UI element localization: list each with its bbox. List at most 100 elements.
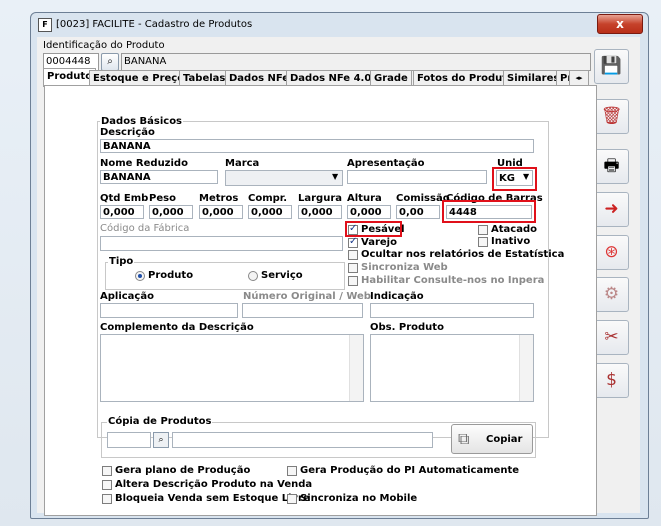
- ocultar-checkbox[interactable]: [348, 250, 358, 260]
- compr-label: Compr.: [248, 193, 288, 204]
- tab-grade[interactable]: Grade: [370, 70, 412, 86]
- print-button[interactable]: 🖶: [594, 149, 629, 184]
- obs-scrollbar[interactable]: [519, 335, 533, 401]
- copia-code-input[interactable]: [107, 432, 151, 448]
- nome-reduzido-label: Nome Reduzido: [100, 158, 188, 169]
- tab-dados-nfe[interactable]: Dados NFe: [225, 70, 294, 86]
- descricao-input[interactable]: BANANA: [100, 139, 534, 153]
- qtd-emb-input[interactable]: 0,000: [100, 205, 144, 219]
- peso-input[interactable]: 0,000: [149, 205, 193, 219]
- compr-input[interactable]: 0,000: [248, 205, 292, 219]
- largura-input[interactable]: 0,000: [298, 205, 342, 219]
- altera-descricao-label: Altera Descrição Produto na Venda: [115, 479, 313, 490]
- comissao-input[interactable]: 0,00: [396, 205, 440, 219]
- gera-plano-label: Gera plano de Produção: [115, 465, 251, 476]
- indicacao-input[interactable]: [370, 303, 534, 318]
- price-button[interactable]: $: [594, 363, 629, 398]
- metros-label: Metros: [199, 193, 239, 204]
- indicacao-label: Indicação: [370, 291, 424, 302]
- nome-reduzido-input[interactable]: BANANA: [100, 170, 218, 184]
- obs-textarea[interactable]: [370, 334, 534, 402]
- sincroniza-mobile-checkbox[interactable]: [287, 494, 297, 504]
- exit-button[interactable]: ➜: [594, 192, 629, 227]
- trash-icon: 🗑: [600, 106, 623, 126]
- atacado-label: Atacado: [491, 224, 537, 235]
- search-product-button[interactable]: ⌕: [101, 53, 119, 71]
- inativo-checkbox[interactable]: [478, 237, 488, 247]
- gera-producao-pi-checkbox[interactable]: [287, 466, 297, 476]
- habilitar-checkbox[interactable]: [348, 276, 358, 286]
- numero-original-input[interactable]: [242, 303, 363, 318]
- aplicacao-input[interactable]: [100, 303, 238, 318]
- tab-dados-nfe-400[interactable]: Dados NFe 4.00: [286, 70, 383, 86]
- copy-icon: ⧉: [458, 429, 470, 448]
- codigo-fabrica-input[interactable]: [100, 236, 343, 251]
- copia-search-button[interactable]: ⌕: [153, 432, 169, 448]
- largura-label: Largura: [298, 193, 343, 204]
- pesavel-highlight: [345, 221, 402, 237]
- copiar-button[interactable]: ⧉ Copiar: [451, 424, 533, 454]
- search-icon: ⌕: [107, 56, 113, 67]
- settings-icon: ⚙: [603, 284, 620, 304]
- qtd-emb-label: Qtd Emb: [100, 193, 149, 204]
- bloqueia-venda-label: Bloqueia Venda sem Estoque Livre: [115, 493, 310, 504]
- config-button[interactable]: ⚙: [594, 277, 629, 312]
- sincroniza-web-checkbox[interactable]: [348, 263, 358, 273]
- lifebuoy-icon: ⊛: [604, 242, 619, 262]
- tab-tabelas[interactable]: Tabelas: [179, 70, 230, 86]
- complemento-scrollbar[interactable]: [349, 335, 363, 401]
- app-icon: F: [38, 18, 52, 32]
- dados-basicos-title: Dados Básicos: [100, 116, 184, 127]
- tab-similares[interactable]: Similares: [503, 70, 564, 86]
- produto-radio-label: Produto: [148, 270, 194, 281]
- altura-input[interactable]: 0,000: [347, 205, 391, 219]
- habilitar-label: Habilitar Consulte-nos no Inpera: [361, 275, 545, 286]
- printer-icon: 🖶: [603, 156, 620, 176]
- identificacao-label: Identificação do Produto: [43, 40, 165, 51]
- complemento-textarea[interactable]: [100, 334, 364, 402]
- metros-input[interactable]: 0,000: [199, 205, 243, 219]
- inativo-label: Inativo: [491, 236, 531, 247]
- copia-name-input[interactable]: [172, 432, 433, 448]
- apresentacao-label: Apresentação: [347, 158, 425, 169]
- product-window: F [0023] FACILITE - Cadastro de Produtos…: [30, 12, 649, 519]
- varejo-label: Varejo: [361, 237, 397, 248]
- search-icon: ⌕: [158, 435, 164, 445]
- marca-label: Marca: [225, 158, 260, 169]
- desktop: { "window": { "title": "[0023] FACILITE …: [0, 0, 661, 526]
- produto-radio[interactable]: [135, 271, 145, 281]
- product-name-field[interactable]: BANANA: [121, 53, 591, 71]
- altura-label: Altura: [347, 193, 382, 204]
- marca-select[interactable]: [225, 170, 343, 186]
- atacado-checkbox[interactable]: [478, 225, 488, 235]
- aplicacao-label: Aplicação: [100, 291, 154, 302]
- codigo-barras-highlight: [442, 200, 536, 223]
- servico-radio[interactable]: [248, 271, 258, 281]
- price-icon: $: [606, 370, 617, 390]
- help-button[interactable]: ⊛: [594, 235, 629, 270]
- chevron-down-icon: ▼: [332, 172, 339, 181]
- numero-original-label: Número Original / Web: [243, 291, 371, 302]
- varejo-checkbox[interactable]: [348, 236, 358, 248]
- codigo-fabrica-label: Código da Fábrica: [100, 223, 190, 234]
- sincroniza-web-label: Sincroniza Web: [361, 262, 448, 273]
- tab-strip: Produto Estoque e Preços Tabelas Dados N…: [43, 68, 589, 87]
- save-icon: 💾: [600, 56, 623, 76]
- tipo-label: Tipo: [108, 256, 135, 267]
- save-button[interactable]: 💾: [594, 49, 629, 84]
- tools-button[interactable]: ✂: [594, 320, 629, 355]
- delete-button[interactable]: 🗑: [594, 99, 629, 134]
- bloqueia-venda-checkbox[interactable]: [102, 494, 112, 504]
- altera-descricao-checkbox[interactable]: [102, 480, 112, 490]
- copia-label: Cópia de Produtos: [107, 416, 213, 427]
- gera-plano-checkbox[interactable]: [102, 466, 112, 476]
- complemento-label: Complemento da Descrição: [100, 322, 254, 333]
- close-button[interactable]: x: [597, 14, 643, 34]
- title-bar: F [0023] FACILITE - Cadastro de Produtos…: [31, 13, 648, 37]
- sincroniza-mobile-label: Sincroniza no Mobile: [300, 493, 418, 504]
- tab-scroll-arrows[interactable]: ◂▸: [569, 70, 589, 86]
- ocultar-label: Ocultar nos relatórios de Estatística: [361, 249, 565, 260]
- tab-panel-produto: Dados Básicos Descrição BANANA Nome Redu…: [44, 85, 597, 516]
- gera-producao-pi-label: Gera Produção do PI Automaticamente: [300, 465, 520, 476]
- apresentacao-input[interactable]: [347, 170, 487, 184]
